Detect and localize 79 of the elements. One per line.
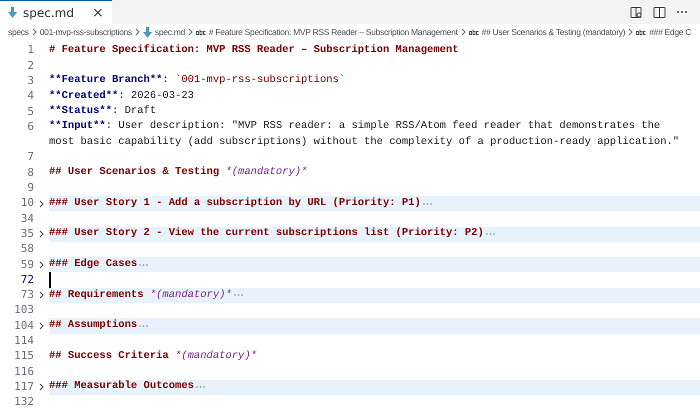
chevron-right-icon (134, 28, 140, 36)
chevron-right-icon (460, 28, 466, 36)
line-number: 114 (13, 333, 34, 350)
code-text: : 2026-03-23 (118, 88, 194, 104)
chevron-right-icon (188, 28, 193, 36)
code-text: **Status** (49, 104, 112, 119)
code-text: **Input** (49, 119, 106, 134)
line-number: 10 (20, 195, 34, 212)
breadcrumb-item[interactable]: ### Edge C (649, 26, 692, 38)
folded-ellipsis-icon[interactable] (422, 202, 432, 205)
folded-ellipsis-icon[interactable] (139, 264, 148, 266)
breadcrumb-item[interactable]: spec.md (154, 26, 185, 38)
chevron-right-icon (628, 28, 634, 36)
line-number: 73 (20, 287, 34, 304)
code-text: # Feature Specification: MVP RSS Reader – Subscription Management (49, 42, 459, 58)
breadcrumb-item[interactable]: # Feature Specification: MVP RSS Reader – Subscription Management (208, 26, 458, 38)
line-number: 1 (26, 42, 34, 58)
string-symbol-icon (468, 29, 479, 35)
code-text: ### User Story 2 - View the current subscriptions list (Priority: P2) (49, 226, 484, 242)
code-text: ## Success Criteria (49, 348, 170, 364)
code-text: ## User Scenarios & Testing (49, 165, 220, 180)
split-editor-icon[interactable] (653, 6, 666, 18)
code-text: *(mandatory)* (225, 165, 308, 180)
line-number: 72 (20, 272, 34, 288)
chevron-right-icon (32, 28, 37, 36)
markdown-file-icon (142, 26, 152, 38)
line-number: 116 (13, 364, 34, 380)
code-text: ## Requirements (49, 288, 145, 303)
fold-chevron-icon[interactable] (39, 291, 44, 300)
code-text: : (162, 73, 170, 88)
close-icon[interactable]: × (92, 6, 104, 20)
line-number: 7 (26, 149, 34, 166)
fold-chevron-icon[interactable] (39, 260, 44, 269)
line-number: 103 (13, 302, 34, 318)
folded-ellipsis-icon[interactable] (486, 233, 495, 236)
code-text: *(mandatory)* (175, 348, 257, 364)
line-number: 132 (13, 394, 34, 410)
breadcrumb-item[interactable]: specs (8, 26, 29, 38)
line-number: 34 (20, 210, 34, 227)
code-text: ### Measurable Outcomes (49, 379, 194, 394)
more-icon[interactable] (676, 10, 688, 14)
markdown-file-icon (8, 7, 17, 18)
fold-chevron-icon[interactable] (39, 383, 44, 392)
tab-label: spec.md (23, 4, 74, 22)
line-number: 59 (20, 256, 34, 273)
code-text: ### Edge Cases (49, 256, 138, 272)
line-number: 6 (26, 118, 34, 135)
string-symbol-icon (196, 29, 206, 35)
editor-tab[interactable]: spec.md × (0, 0, 112, 24)
code-text: : Draft (112, 104, 156, 119)
code-text: most basic capability (add subscriptions) without the complexity of a production-ready application." (49, 134, 680, 150)
line-number: 104 (13, 318, 34, 334)
code-text: **Created** (49, 88, 118, 104)
code-text: ## Assumptions (49, 318, 138, 334)
line-number: 4 (26, 88, 34, 104)
breadcrumb-item[interactable]: 001-mvp-rss-subscriptions (40, 26, 132, 38)
line-number: 35 (20, 226, 34, 242)
fold-chevron-icon[interactable] (39, 322, 44, 330)
breadcrumb-item[interactable]: ## User Scenarios & Testing (mandatory) (482, 26, 626, 38)
folded-ellipsis-icon[interactable] (139, 324, 148, 327)
line-number: 8 (26, 164, 34, 181)
fold-chevron-icon[interactable] (39, 230, 44, 238)
line-number: 9 (26, 180, 34, 196)
line-number: 117 (13, 378, 34, 395)
code-text: : User description: "MVP RSS reader: a simple RSS/Atom feed reader that demonstrates the (106, 119, 660, 134)
code-text: ### User Story 1 - Add a subscription by URL (Priority: P1) (49, 196, 421, 211)
code-text: `001-mvp-rss-subscriptions` (175, 73, 346, 88)
code-text: *(mandatory)* (150, 288, 232, 303)
line-number: 3 (26, 73, 34, 89)
string-symbol-icon (636, 29, 646, 35)
open-preview-icon[interactable] (630, 6, 643, 18)
folded-ellipsis-icon[interactable] (196, 386, 205, 388)
line-number: 115 (13, 348, 34, 364)
fold-chevron-icon[interactable] (39, 200, 44, 208)
folded-ellipsis-icon[interactable] (234, 294, 243, 296)
line-number: 5 (26, 104, 34, 120)
code-text: **Feature Branch** (49, 73, 162, 88)
line-number: 58 (20, 241, 34, 258)
line-number: 2 (26, 58, 34, 74)
